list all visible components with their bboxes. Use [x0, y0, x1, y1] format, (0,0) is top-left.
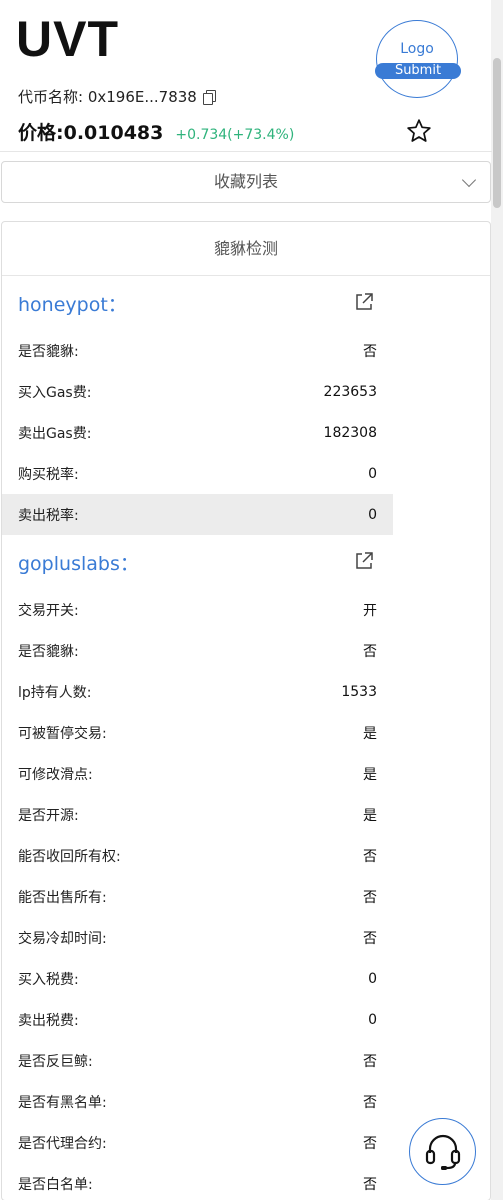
row-label: lp持有人数:: [18, 684, 92, 701]
row-label: 是否貔貅:: [18, 343, 79, 360]
row-value: 223653: [323, 383, 377, 400]
row-label: 卖出税费:: [18, 1012, 79, 1029]
favorites-label: 收藏列表: [213, 172, 278, 191]
list-item: 是否开源: 是: [2, 794, 393, 835]
list-item: 购买税率: 0: [2, 453, 393, 494]
logo-text: Logo: [400, 41, 434, 57]
list-item: 能否收回所有权: 否: [2, 835, 393, 876]
logo-submit-button[interactable]: Logo Submit: [375, 20, 461, 98]
row-value: 1533: [341, 683, 377, 700]
row-label: 交易冷却时间:: [18, 930, 107, 947]
row-label: 是否代理合约:: [18, 1135, 107, 1152]
list-item: 交易开关: 开: [2, 589, 393, 630]
scrollbar[interactable]: [491, 0, 503, 1200]
section-gopluslabs: gopluslabs：: [2, 535, 393, 589]
scrollbar-thumb[interactable]: [493, 58, 501, 208]
row-label: 购买税率:: [18, 466, 79, 483]
honeypot-check-panel: 貔貅检测 honeypot： 是否貔貅: 否 买入Gas费: 223653 卖出Ga…: [1, 221, 491, 1200]
list-item: 可被暂停交易: 是: [2, 712, 393, 753]
copy-icon[interactable]: [202, 89, 216, 105]
row-label: 买入税费:: [18, 971, 79, 988]
section-name-gopluslabs[interactable]: gopluslabs：: [18, 549, 139, 576]
row-value: 0: [368, 1011, 377, 1028]
external-link-icon[interactable]: [354, 292, 374, 312]
list-item: 卖出税率: 0: [2, 494, 393, 535]
price-row: 价格:0.010483 +0.734(+73.4%): [18, 118, 294, 145]
row-label: 是否白名单:: [18, 1176, 93, 1193]
price-value: 价格:0.010483: [18, 122, 164, 144]
list-item: 是否白名单: 否: [2, 1163, 393, 1200]
contract-address: 代币名称: 0x196E...7838: [18, 86, 216, 107]
list-item: 是否貔貅: 否: [2, 330, 393, 371]
section-honeypot: honeypot：: [2, 276, 393, 330]
list-item: 卖出税费: 0: [2, 999, 393, 1040]
section-name-honeypot[interactable]: honeypot：: [18, 290, 127, 317]
row-value: 否: [363, 1094, 377, 1111]
row-value: 是: [363, 725, 377, 742]
row-value: 0: [368, 465, 377, 482]
row-value: 否: [363, 930, 377, 947]
list-item: 可修改滑点: 是: [2, 753, 393, 794]
row-value: 否: [363, 889, 377, 906]
row-value: 开: [363, 602, 377, 619]
row-value: 0: [368, 506, 377, 523]
row-label: 是否貔貅:: [18, 643, 79, 660]
headset-icon: [425, 1134, 461, 1170]
row-value: 否: [363, 1053, 377, 1070]
list-item: 卖出Gas费: 182308: [2, 412, 393, 453]
panel-title: 貔貅检测: [2, 222, 490, 276]
external-link-icon[interactable]: [354, 551, 374, 571]
row-value: 0: [368, 970, 377, 987]
contract-label: 代币名称: 0x196E...7838: [18, 88, 197, 106]
token-header: UVT 代币名称: 0x196E...7838 价格:0.010483 +0.7…: [0, 0, 492, 152]
list-item: 是否代理合约: 否: [2, 1122, 393, 1163]
row-label: 是否有黑名单:: [18, 1094, 107, 1111]
list-item: lp持有人数: 1533: [2, 671, 393, 712]
list-item: 买入Gas费: 223653: [2, 371, 393, 412]
row-value: 否: [363, 643, 377, 660]
row-label: 交易开关:: [18, 602, 79, 619]
list-item: 是否反巨鲸: 否: [2, 1040, 393, 1081]
row-value: 是: [363, 807, 377, 824]
list-item: 是否貔貅: 否: [2, 630, 393, 671]
row-value: 182308: [323, 424, 377, 441]
list-item: 能否出售所有: 否: [2, 876, 393, 917]
row-label: 能否收回所有权:: [18, 848, 121, 865]
price-change: +0.734(+73.4%): [175, 127, 295, 143]
row-label: 是否反巨鲸:: [18, 1053, 93, 1070]
row-label: 可修改滑点:: [18, 766, 93, 783]
row-label: 是否开源:: [18, 807, 79, 824]
favorites-dropdown[interactable]: 收藏列表: [1, 161, 491, 203]
list-item: 买入税费: 0: [2, 958, 393, 999]
row-value: 否: [363, 1176, 377, 1193]
list-item: 交易冷却时间: 否: [2, 917, 393, 958]
row-value: 否: [363, 343, 377, 360]
star-icon[interactable]: [406, 118, 432, 144]
row-label: 能否出售所有:: [18, 889, 107, 906]
row-value: 否: [363, 1135, 377, 1152]
row-value: 否: [363, 848, 377, 865]
row-label: 卖出税率:: [18, 507, 79, 524]
row-value: 是: [363, 766, 377, 783]
row-label: 卖出Gas费:: [18, 425, 92, 442]
customer-support-button[interactable]: [409, 1118, 476, 1185]
row-label: 买入Gas费:: [18, 384, 92, 401]
row-label: 可被暂停交易:: [18, 725, 107, 742]
list-item: 是否有黑名单: 否: [2, 1081, 393, 1122]
submit-label[interactable]: Submit: [375, 63, 461, 79]
token-symbol: UVT: [16, 11, 119, 67]
